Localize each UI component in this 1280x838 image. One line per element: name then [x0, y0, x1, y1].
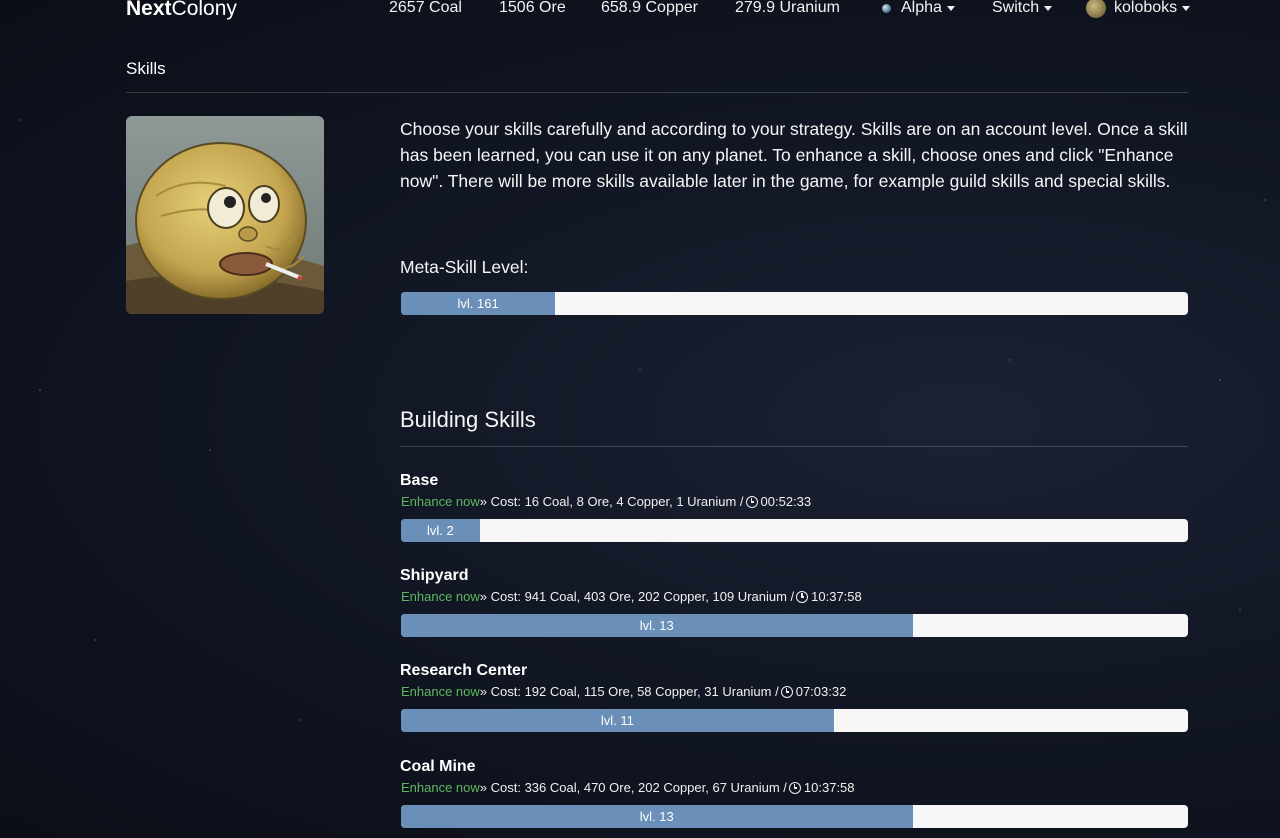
chevron-down-icon [946, 5, 955, 11]
uranium-resource: 279.9 Uranium [735, 0, 840, 16]
brand-logo[interactable]: NextColony [126, 0, 237, 22]
skill-cost-text: » Cost: 16 Coal, 8 Ore, 4 Copper, 1 Uran… [479, 494, 744, 509]
clock-icon [796, 591, 809, 603]
skill-time-text: 07:03:32 [795, 684, 847, 699]
chevron-down-icon [1044, 5, 1053, 11]
switch-label: Switch [992, 0, 1040, 16]
profile-avatar-image [126, 116, 324, 314]
clock-icon [780, 686, 793, 698]
enhance-now-link[interactable]: Enhance now [401, 780, 480, 796]
section-divider [400, 446, 1188, 447]
skill-progress-bar-base: lvl. 2 [401, 519, 1188, 542]
skill-name-shipyard: Shipyard [400, 567, 469, 584]
clock-icon [745, 496, 758, 508]
planet-icon [882, 3, 891, 13]
user-avatar-icon [1086, 0, 1106, 18]
enhance-now-link[interactable]: Enhance now [401, 684, 480, 700]
skill-time-text: 10:37:58 [803, 780, 855, 795]
enhance-now-link[interactable]: Enhance now [401, 494, 480, 510]
user-label: koloboks [1114, 0, 1178, 16]
skill-time-text: 00:52:33 [760, 494, 812, 509]
skill-cost-line-shipyard: Enhance now » Cost: 941 Coal, 403 Ore, 2… [401, 589, 862, 605]
meta-skill-progress-fill: lvl. 161 [401, 292, 556, 315]
switch-dropdown[interactable]: Switch [992, 0, 1053, 18]
chevron-down-icon [1182, 5, 1191, 11]
skill-progress-fill: lvl. 2 [401, 519, 480, 542]
avatar-illustration [126, 116, 324, 314]
top-navbar: NextColony 2657 Coal 1506 Ore 658.9 Copp… [0, 0, 1280, 24]
meta-skill-label: Meta-Skill Level: [400, 257, 529, 277]
skill-time-text: 10:37:58 [811, 589, 862, 604]
planet-dropdown[interactable]: Alpha [882, 0, 955, 18]
user-dropdown[interactable]: koloboks [1086, 0, 1191, 18]
skill-progress-fill: lvl. 11 [401, 709, 834, 732]
skill-progress-fill: lvl. 13 [401, 614, 913, 637]
skill-cost-text: » Cost: 192 Coal, 115 Ore, 58 Copper, 31… [479, 684, 779, 699]
skill-name-coal-mine: Coal Mine [400, 758, 476, 775]
skill-name-research-center: Research Center [400, 662, 528, 679]
skill-progress-bar-shipyard: lvl. 13 [401, 614, 1188, 637]
building-skills-title: Building Skills [400, 407, 536, 432]
enhance-now-link[interactable]: Enhance now [401, 589, 480, 605]
skill-cost-text: » Cost: 941 Coal, 403 Ore, 202 Copper, 1… [479, 589, 795, 604]
ore-resource: 1506 Ore [499, 0, 566, 16]
skill-cost-text: » Cost: 336 Coal, 470 Ore, 202 Copper, 6… [479, 780, 787, 795]
brand-light: Colony [171, 0, 237, 20]
copper-resource: 658.9 Copper [601, 0, 698, 16]
skill-cost-line-base: Enhance now » Cost: 16 Coal, 8 Ore, 4 Co… [401, 494, 811, 510]
page-title: Skills [126, 59, 166, 78]
skill-progress-bar-coal-mine: lvl. 13 [401, 805, 1188, 828]
skill-name-base: Base [400, 472, 439, 489]
header-divider [126, 92, 1188, 93]
clock-icon [788, 782, 801, 794]
meta-skill-progress-bar: lvl. 161 [401, 292, 1188, 315]
skill-progress-fill: lvl. 13 [401, 805, 913, 828]
brand-bold: Next [126, 0, 172, 20]
skill-cost-line-coal-mine: Enhance now » Cost: 336 Coal, 470 Ore, 2… [401, 780, 855, 796]
skill-progress-bar-research-center: lvl. 11 [401, 709, 1188, 732]
coal-resource: 2657 Coal [389, 0, 462, 16]
skill-cost-line-research-center: Enhance now » Cost: 192 Coal, 115 Ore, 5… [401, 684, 846, 700]
skills-intro-text: Choose your skills carefully and accordi… [400, 119, 1188, 191]
planet-label: Alpha [901, 0, 942, 16]
